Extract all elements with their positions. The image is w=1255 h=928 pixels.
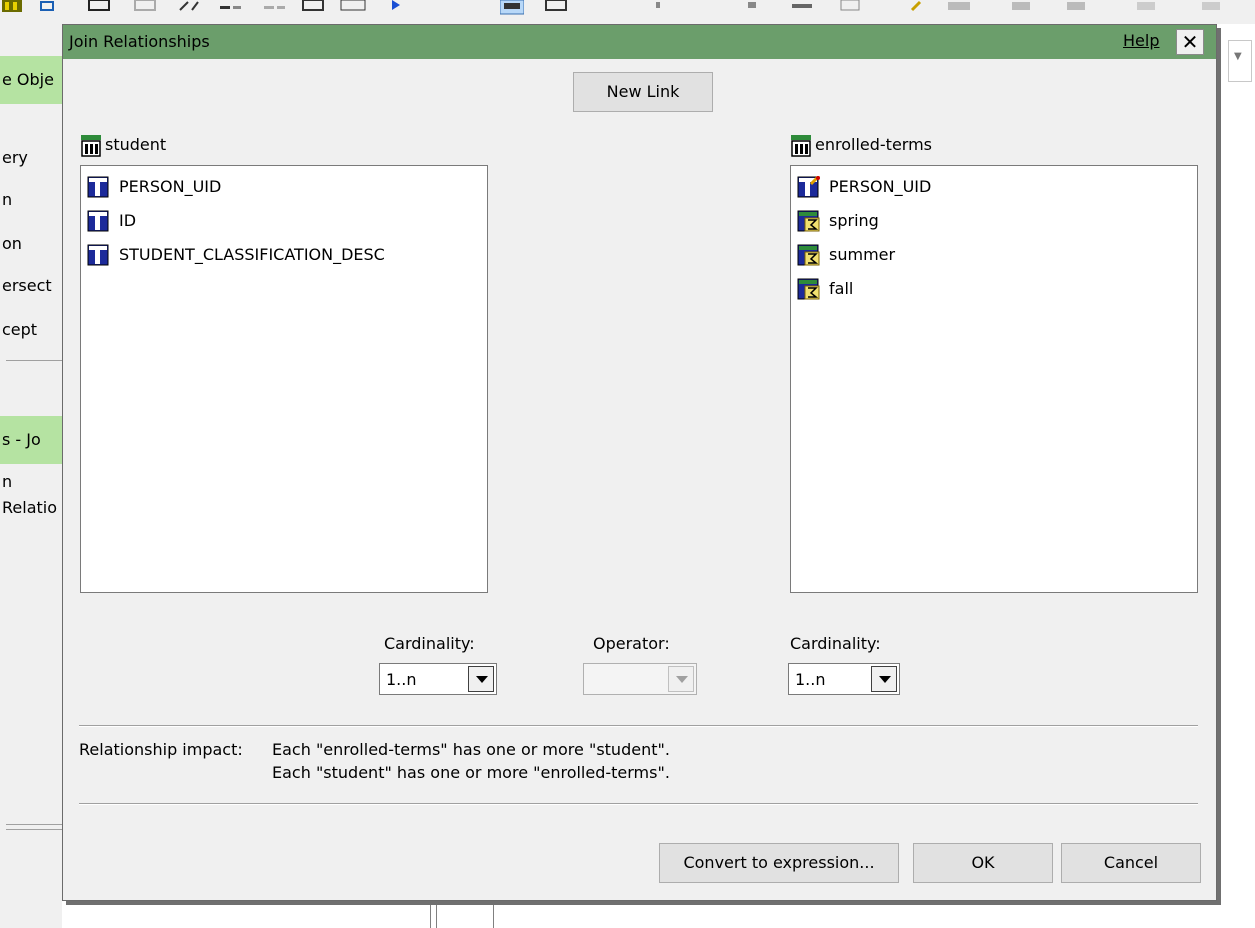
toolbar-grid2-icon[interactable] — [545, 0, 569, 16]
pane-item-relationship[interactable]: Relatio — [2, 498, 57, 517]
cancel-button[interactable]: Cancel — [1061, 843, 1201, 883]
toolbar-dash-icon[interactable] — [220, 0, 242, 16]
column-icon — [87, 244, 109, 266]
column-label: PERSON_UID — [829, 177, 932, 196]
left-table-name: student — [105, 135, 167, 154]
column-label: STUDENT_CLASSIFICATION_DESC — [119, 245, 385, 264]
toolbar-pencil-icon[interactable] — [910, 0, 924, 16]
background-dropdown[interactable]: ▼ — [1228, 40, 1252, 82]
ok-button[interactable]: OK — [913, 843, 1053, 883]
column-label: spring — [829, 211, 879, 230]
pane-item-union[interactable]: n — [2, 190, 12, 209]
column-icon — [87, 210, 109, 232]
column-label: fall — [829, 279, 854, 298]
column-label: PERSON_UID — [119, 177, 222, 196]
pane-divider-bottom-2 — [6, 829, 62, 830]
pane-divider — [6, 360, 62, 361]
relationship-impact-line-2: Each "student" has one or more "enrolled… — [272, 763, 670, 782]
toolbar-square-icon[interactable] — [746, 0, 760, 16]
join-relationships-dialog: Join Relationships Help ✕ New Link stude… — [62, 24, 1217, 901]
right-cardinality-label: Cardinality: — [790, 634, 881, 653]
toolbar-table-icon[interactable] — [88, 0, 110, 16]
left-column-list[interactable]: PERSON_UID ID STUDENT_CLASSIFICATION_DES… — [80, 165, 488, 593]
toolbar-wrench-icon[interactable] — [178, 0, 200, 16]
toolbar-export-icon[interactable] — [1200, 0, 1224, 16]
close-button[interactable]: ✕ — [1176, 29, 1204, 55]
chevron-down-icon: ▼ — [1234, 51, 1242, 62]
toolbar-grid-icon[interactable] — [2, 0, 22, 16]
toolbar-select-icon[interactable] — [500, 0, 524, 16]
separator — [79, 725, 1198, 727]
key-column-icon — [797, 176, 821, 198]
toolbar — [0, 0, 1255, 24]
table-icon — [791, 135, 811, 157]
dialog-title: Join Relationships — [69, 32, 210, 51]
toolbar-sort-desc-icon[interactable] — [1010, 0, 1034, 16]
table-icon — [81, 135, 101, 157]
dialog-titlebar[interactable]: Join Relationships Help ✕ — [63, 25, 1216, 59]
left-cardinality-label: Cardinality: — [384, 634, 475, 653]
chevron-down-icon[interactable] — [468, 666, 494, 692]
right-column-list[interactable]: PERSON_UID spring summer fall — [790, 165, 1198, 593]
toolbar-box-icon[interactable] — [302, 0, 332, 16]
pane-header-joins: s - Jo — [0, 416, 62, 464]
toolbar-filter-icon[interactable] — [948, 0, 972, 16]
column-label: ID — [119, 211, 137, 230]
measure-column-icon — [797, 244, 820, 266]
toolbar-sort-asc-icon[interactable] — [1065, 0, 1089, 16]
pane-item-query[interactable]: ery — [2, 148, 28, 167]
pane-item-intersect[interactable]: ersect — [2, 276, 52, 295]
separator — [79, 803, 1198, 805]
chevron-down-icon[interactable] — [871, 666, 897, 692]
measure-column-icon — [797, 210, 820, 232]
chevron-down-icon[interactable] — [668, 666, 694, 692]
toolbar-table3-icon[interactable] — [840, 0, 862, 16]
left-cardinality-value: 1..n — [386, 670, 417, 689]
pane-header-joins-label: s - Jo — [2, 430, 41, 449]
measure-column-icon — [797, 278, 820, 300]
left-pane: e Obje ery n on ersect cept s - Jo n Rel… — [0, 24, 62, 928]
toolbar-box-empty-icon[interactable] — [340, 0, 370, 16]
right-cardinality-value: 1..n — [795, 670, 826, 689]
toolbar-link-icon[interactable] — [40, 0, 54, 16]
help-link[interactable]: Help — [1123, 31, 1159, 50]
pane-item-join[interactable]: n — [2, 472, 12, 491]
toolbar-chart-icon[interactable] — [1135, 0, 1159, 16]
operator-label: Operator: — [593, 634, 670, 653]
background-splitter[interactable] — [430, 900, 494, 928]
operator-select[interactable] — [583, 663, 697, 695]
column-label: summer — [829, 245, 896, 264]
pane-item-except[interactable]: cept — [2, 320, 37, 339]
convert-to-expression-button[interactable]: Convert to expression... — [659, 843, 899, 883]
relationship-impact-line-1: Each "enrolled-terms" has one or more "s… — [272, 740, 670, 759]
new-link-button[interactable]: New Link — [573, 72, 713, 112]
pane-item-combination[interactable]: on — [2, 234, 22, 253]
right-cardinality-select[interactable]: 1..n — [788, 663, 900, 695]
toolbar-arrow-icon[interactable] — [390, 0, 404, 16]
toolbar-table-gray-icon[interactable] — [134, 0, 156, 16]
close-icon: ✕ — [1181, 30, 1199, 54]
pane-divider-bottom — [6, 824, 62, 825]
relationship-impact-label: Relationship impact: — [79, 740, 243, 759]
toolbar-arrow-gray-icon[interactable] — [652, 0, 666, 16]
left-cardinality-select[interactable]: 1..n — [379, 663, 497, 695]
toolbar-bar-icon[interactable] — [792, 0, 814, 16]
toolbar-dash-gray-icon[interactable] — [264, 0, 286, 16]
pane-header-objects: e Obje — [0, 56, 62, 104]
pane-header-objects-label: e Obje — [2, 70, 54, 89]
column-icon — [87, 176, 109, 198]
right-table-name: enrolled-terms — [815, 135, 932, 154]
